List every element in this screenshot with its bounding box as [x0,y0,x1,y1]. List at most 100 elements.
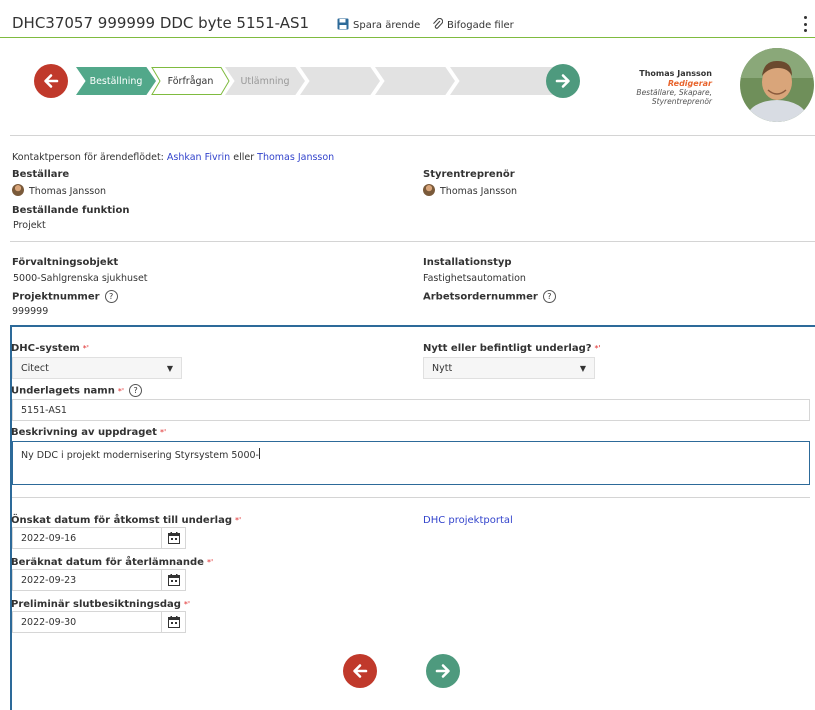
step-label: Beställning [89,75,143,87]
header-bar: DHC37057 999999 DDC byte 5151-AS1 Spara … [0,0,815,40]
dhc-system-label: DHC-system *' [11,343,89,354]
header-divider [0,37,815,38]
dhc-system-select[interactable]: Citect ▼ [12,357,182,379]
more-menu-icon[interactable] [802,16,808,32]
beskrivning-value: Ny DDC i projekt modernisering Styrsyste… [21,450,259,461]
date1-field: 2022-09-16 [12,527,186,549]
bestallare-value: Thomas Jansson [12,184,106,197]
installation-label: Installationstyp [423,257,512,268]
arbetsorder-label: Arbetsordernummer? [423,290,556,303]
attachments-button[interactable]: Bifogade filer [432,17,514,33]
step-bestallning[interactable]: Beställning [76,67,156,95]
arrow-right-icon [555,74,570,88]
installation-value: Fastighetsautomation [423,273,526,284]
date2-input[interactable]: 2022-09-23 [12,569,162,591]
required-marker: *' [206,558,214,567]
date3-label: Preliminär slutbesiktningsdag *' [11,599,190,610]
help-icon[interactable]: ? [129,384,143,397]
underlag-type-select[interactable]: Nytt ▼ [423,357,595,379]
funktion-value: Projekt [13,220,46,231]
date3-input[interactable]: 2022-09-30 [12,611,162,633]
stepper-forward-button[interactable] [546,64,580,98]
arrow-left-icon [44,74,59,88]
step-utlamning[interactable]: Utlämning [225,67,305,95]
paperclip-icon [432,17,444,33]
date3-text: Preliminär slutbesiktningsdag [11,599,181,610]
attachments-label: Bifogade filer [447,20,514,31]
stepper-back-button[interactable] [34,64,68,98]
step-4[interactable] [300,67,380,95]
contact-prefix: Kontaktperson för ärendeflödet: [12,152,164,163]
underlag-name-text: Underlagets namn [11,385,115,397]
styrentreprenor-name: Thomas Jansson [440,186,518,197]
required-marker: *' [82,344,89,353]
dropdown-arrow-icon: ▼ [166,363,173,373]
funktion-label: Beställande funktion [12,205,130,216]
arbetsorder-text: Arbetsordernummer [423,291,538,303]
divider [10,135,815,136]
dropdown-arrow-icon: ▼ [579,363,586,373]
underlag-name-input[interactable]: 5151-AS1 [12,399,810,421]
help-icon[interactable]: ? [104,290,118,303]
form-forward-button[interactable] [426,654,460,688]
calendar-icon[interactable] [162,527,186,549]
form-back-button[interactable] [343,654,377,688]
dhc-system-text: DHC-system [11,343,80,354]
contact-link-ashkan[interactable]: Ashkan Fivrin [167,152,230,163]
required-marker: *' [117,386,125,396]
date2-text: Beräknat datum för återlämnande [11,557,204,568]
underlag-type-label: Nytt eller befintligt underlag? *' [423,343,601,354]
dhc-system-value: Citect [21,362,49,374]
contact-joiner: eller [233,152,255,163]
required-marker: *' [183,600,191,609]
profile-name: Thomas Jansson [639,69,712,78]
step-label: Utlämning [240,75,290,87]
required-marker: *' [159,428,167,437]
bestallare-name: Thomas Jansson [29,186,107,197]
contact-line: Kontaktperson för ärendeflödet: Ashkan F… [12,152,334,163]
step-forfragan[interactable]: Förfrågan [151,67,230,95]
profile-roles: Beställare, Skapare, Styrentreprenör [636,88,712,106]
user-avatar-icon [423,184,435,196]
step-6[interactable] [450,67,530,95]
save-button[interactable]: Spara ärende [337,18,420,33]
divider [12,497,810,498]
profile-edit-link[interactable]: Redigerar [668,79,712,88]
arrow-left-icon [353,664,368,678]
required-marker: *' [594,344,601,353]
underlag-type-text: Nytt eller befintligt underlag? [423,343,592,354]
projektnummer-value: 999999 [12,306,49,317]
date1-label: Önskat datum för åtkomst till underlag *' [11,515,241,526]
step-label: Förfrågan [167,75,214,87]
date2-label: Beräknat datum för återlämnande *' [11,557,213,568]
divider [10,241,815,242]
calendar-icon[interactable] [162,569,186,591]
user-avatar-icon [12,184,24,196]
page-title: DHC37057 999999 DDC byte 5151-AS1 [12,14,310,32]
help-icon[interactable]: ? [542,290,556,303]
beskrivning-label: Beskrivning av uppdraget *' [11,427,166,438]
text-cursor [258,448,260,459]
floppy-disk-icon [337,18,349,33]
beskrivning-textarea[interactable]: Ny DDC i projekt modernisering Styrsyste… [12,441,810,485]
date2-field: 2022-09-23 [12,569,186,591]
date1-input[interactable]: 2022-09-16 [12,527,162,549]
bestallare-label: Beställare [12,169,70,180]
styrentreprenor-label: Styrentreprenör [423,169,515,180]
underlag-type-value: Nytt [432,362,453,374]
projektnummer-text: Projektnummer [12,291,100,303]
date1-text: Önskat datum för åtkomst till underlag [11,515,232,526]
forvaltning-label: Förvaltningsobjekt [12,257,119,268]
projektnummer-label: Projektnummer? [12,290,118,303]
save-label: Spara ärende [353,20,421,31]
date3-field: 2022-09-30 [12,611,186,633]
arrow-right-icon [435,664,450,678]
calendar-icon[interactable] [162,611,186,633]
forvaltning-value: 5000-Sahlgrenska sjukhuset [13,273,148,284]
dhc-projektportal-link[interactable]: DHC projektportal [423,515,513,526]
step-5[interactable] [375,67,455,95]
required-marker: *' [234,516,242,525]
underlag-name-label: Underlagets namn *'? [11,384,143,397]
contact-link-thomas[interactable]: Thomas Jansson [257,152,334,163]
beskrivning-text: Beskrivning av uppdraget [11,427,157,438]
